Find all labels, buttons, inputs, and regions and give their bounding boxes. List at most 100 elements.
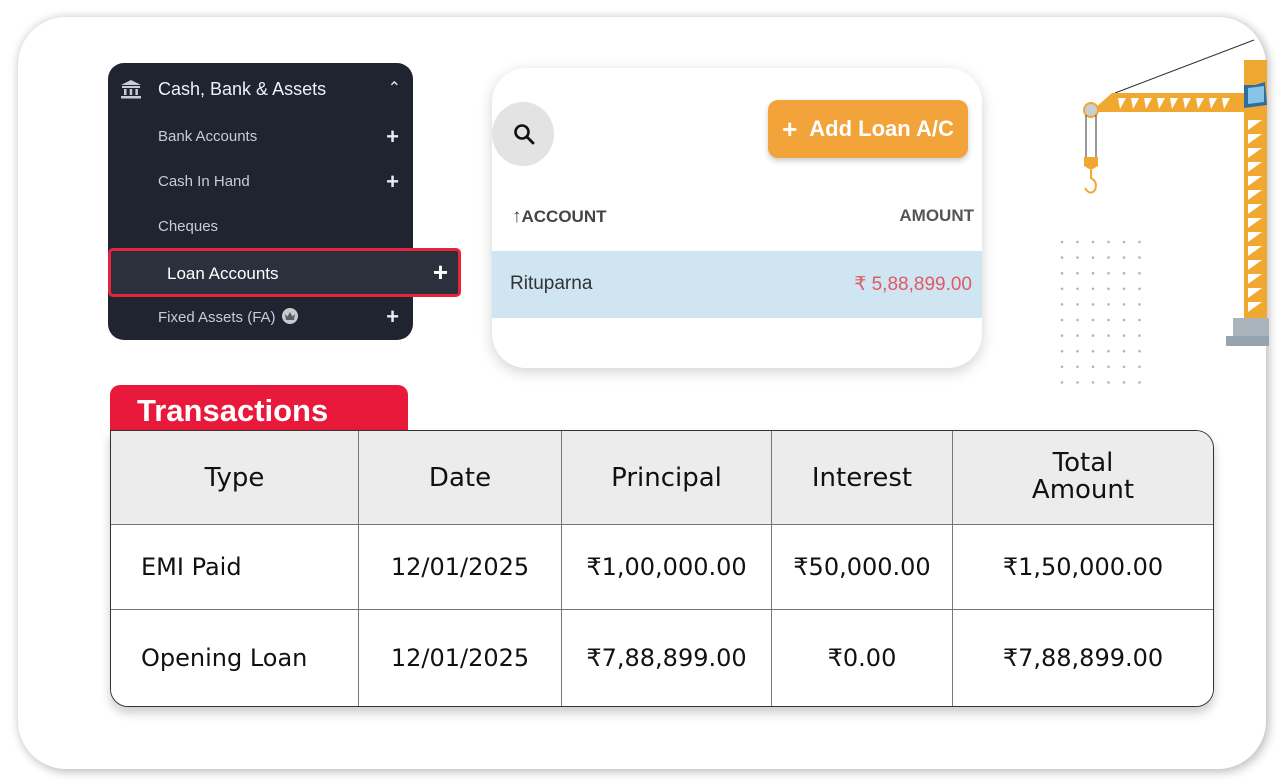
add-cash-in-hand-icon[interactable]: +: [386, 171, 399, 193]
add-fixed-asset-icon[interactable]: +: [386, 306, 399, 328]
sidebar-item-cash-in-hand[interactable]: Cash In Hand: [158, 173, 250, 190]
dot: [1107, 271, 1110, 275]
dot: [1060, 303, 1064, 306]
dot: [1138, 318, 1141, 322]
dot: [1091, 318, 1095, 322]
dot: [1076, 334, 1079, 337]
sidebar-item-fixed-assets[interactable]: Fixed Assets (FA): [158, 308, 298, 326]
crane-illustration: /* dots drawn below */: [1060, 39, 1269, 384]
dot: [1138, 334, 1141, 337]
dot: [1076, 271, 1079, 275]
sidebar-section-title: Cash, Bank & Assets: [158, 79, 327, 99]
amount-column-header[interactable]: AMOUNT: [899, 206, 974, 226]
add-loan-account-label: Add Loan A/C: [809, 116, 954, 141]
dot: [1060, 318, 1064, 322]
cell-interest: ₹0.00: [771, 609, 953, 706]
dot: [1076, 318, 1079, 322]
dot: [1122, 240, 1126, 244]
cell-type: EMI Paid: [111, 524, 359, 610]
dot: [1091, 287, 1095, 291]
add-loan-account-icon[interactable]: +: [433, 259, 448, 285]
dot: [1060, 381, 1064, 384]
sidebar-item-cheques[interactable]: Cheques: [158, 218, 218, 235]
total-amount-header-label: Total Amount: [1031, 447, 1135, 506]
dot: [1107, 303, 1110, 306]
dot: [1122, 349, 1126, 353]
table-row: EMI Paid 12/01/2025 ₹1,00,000.00 ₹50,000…: [111, 524, 1213, 610]
dot: [1138, 271, 1141, 275]
search-button[interactable]: [492, 102, 554, 166]
account-name: Rituparna: [510, 273, 593, 294]
dot: [1107, 318, 1110, 322]
cell-total: ₹7,88,899.00: [952, 609, 1213, 706]
dot: [1138, 256, 1141, 259]
dot: [1076, 256, 1079, 259]
dot: [1138, 381, 1141, 384]
dot: [1060, 287, 1064, 291]
dot: [1138, 349, 1141, 353]
column-header-total-amount: Total Amount: [952, 431, 1213, 525]
transactions-tab: Transactions: [110, 385, 408, 435]
column-header-principal: Principal: [561, 431, 772, 525]
dot: [1107, 349, 1110, 353]
fixed-assets-label: Fixed Assets (FA): [158, 309, 276, 326]
dot: [1076, 381, 1079, 384]
dot: [1138, 303, 1141, 306]
dot: [1060, 256, 1064, 259]
dot: [1076, 365, 1079, 369]
add-loan-account-button[interactable]: + Add Loan A/C: [768, 100, 968, 158]
account-column-header[interactable]: ↑ACCOUNT: [512, 206, 607, 228]
dot: [1107, 334, 1110, 337]
dot: [1091, 381, 1095, 384]
dot: [1122, 318, 1126, 322]
dot: [1107, 287, 1110, 291]
dot: [1091, 256, 1095, 259]
dot: [1122, 271, 1126, 275]
dot: [1122, 303, 1126, 306]
dot: [1107, 365, 1110, 369]
add-bank-account-icon[interactable]: +: [386, 126, 399, 148]
cell-interest: ₹50,000.00: [771, 524, 953, 610]
dot: [1060, 349, 1064, 353]
sidebar-item-bank-accounts[interactable]: Bank Accounts: [158, 128, 257, 145]
loan-accounts-card: + Add Loan A/C ↑ACCOUNT AMOUNT Rituparna…: [492, 68, 982, 368]
dot: [1060, 365, 1064, 369]
plus-icon: +: [782, 113, 798, 144]
table-row: Opening Loan 12/01/2025 ₹7,88,899.00 ₹0.…: [111, 609, 1213, 706]
table-row[interactable]: Rituparna ₹ 5,88,899.00: [492, 251, 982, 318]
chevron-up-icon[interactable]: ⌃: [388, 78, 401, 98]
dot: [1091, 303, 1095, 306]
dot: [1138, 365, 1141, 369]
dot: [1076, 349, 1079, 353]
dot: [1107, 256, 1110, 259]
dot: [1138, 287, 1141, 291]
arrow-up-icon: ↑: [512, 206, 522, 227]
column-header-type: Type: [111, 431, 359, 525]
dot: [1060, 271, 1064, 275]
cell-principal: ₹1,00,000.00: [561, 524, 772, 610]
dot: [1107, 381, 1110, 384]
cell-date: 12/01/2025: [358, 524, 562, 610]
dot: [1091, 334, 1095, 337]
column-header-date: Date: [358, 431, 562, 525]
cell-date: 12/01/2025: [358, 609, 562, 706]
sidebar-section-header[interactable]: Cash, Bank & Assets ⌃: [108, 75, 413, 105]
loan-accounts-label: Loan Accounts: [167, 264, 279, 283]
cell-type: Opening Loan: [111, 609, 359, 706]
sidebar-item-loan-accounts[interactable]: Loan Accounts +: [108, 248, 461, 297]
dot: [1091, 271, 1095, 275]
dot: [1060, 240, 1064, 244]
dot: [1122, 334, 1126, 337]
dot: [1091, 349, 1095, 353]
dot-grid: /* dots drawn below */: [1060, 240, 1141, 384]
cell-principal: ₹7,88,899.00: [561, 609, 772, 706]
dot: [1076, 240, 1079, 244]
column-header-interest: Interest: [771, 431, 953, 525]
transactions-table: Type Date Principal Interest Total Amoun…: [110, 430, 1214, 707]
dot: [1122, 365, 1126, 369]
dot: [1060, 334, 1064, 337]
transactions-title: Transactions: [137, 393, 329, 428]
dot: [1122, 381, 1126, 384]
dot: [1076, 303, 1079, 306]
bank-icon: [121, 80, 141, 99]
